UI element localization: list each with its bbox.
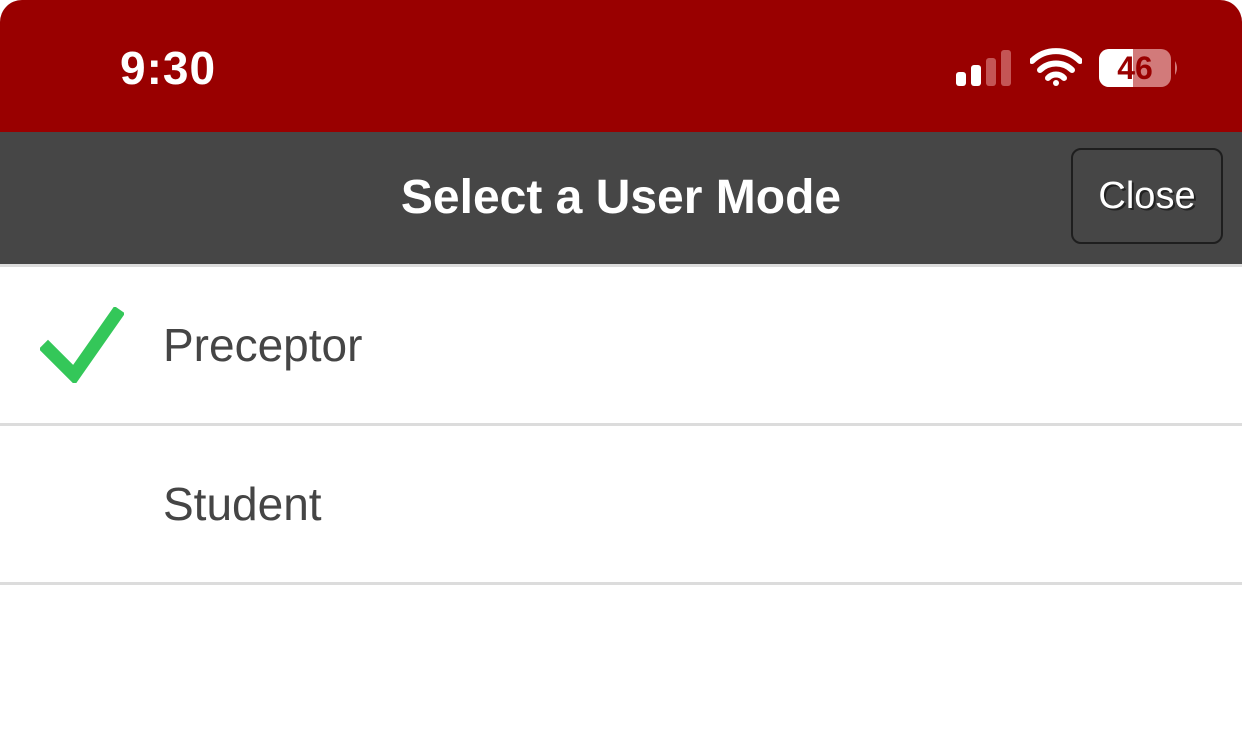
wifi-icon (1030, 48, 1082, 86)
mode-label: Student (163, 478, 322, 530)
nav-bar: Select a User Mode Close (0, 132, 1242, 264)
battery-level: 46 (1117, 50, 1153, 86)
status-time: 9:30 (120, 42, 217, 94)
mode-item-student[interactable]: Student (0, 426, 1242, 585)
mode-label: Preceptor (163, 319, 363, 371)
close-button[interactable]: Close (1071, 148, 1223, 244)
status-bar: 9:30 46 (0, 0, 1242, 132)
mode-item-preceptor[interactable]: Preceptor (0, 267, 1242, 426)
user-mode-list: Preceptor Student (0, 267, 1242, 585)
checkmark-icon (40, 307, 124, 383)
signal-icon (956, 50, 1011, 86)
page-title: Select a User Mode (400, 171, 842, 224)
